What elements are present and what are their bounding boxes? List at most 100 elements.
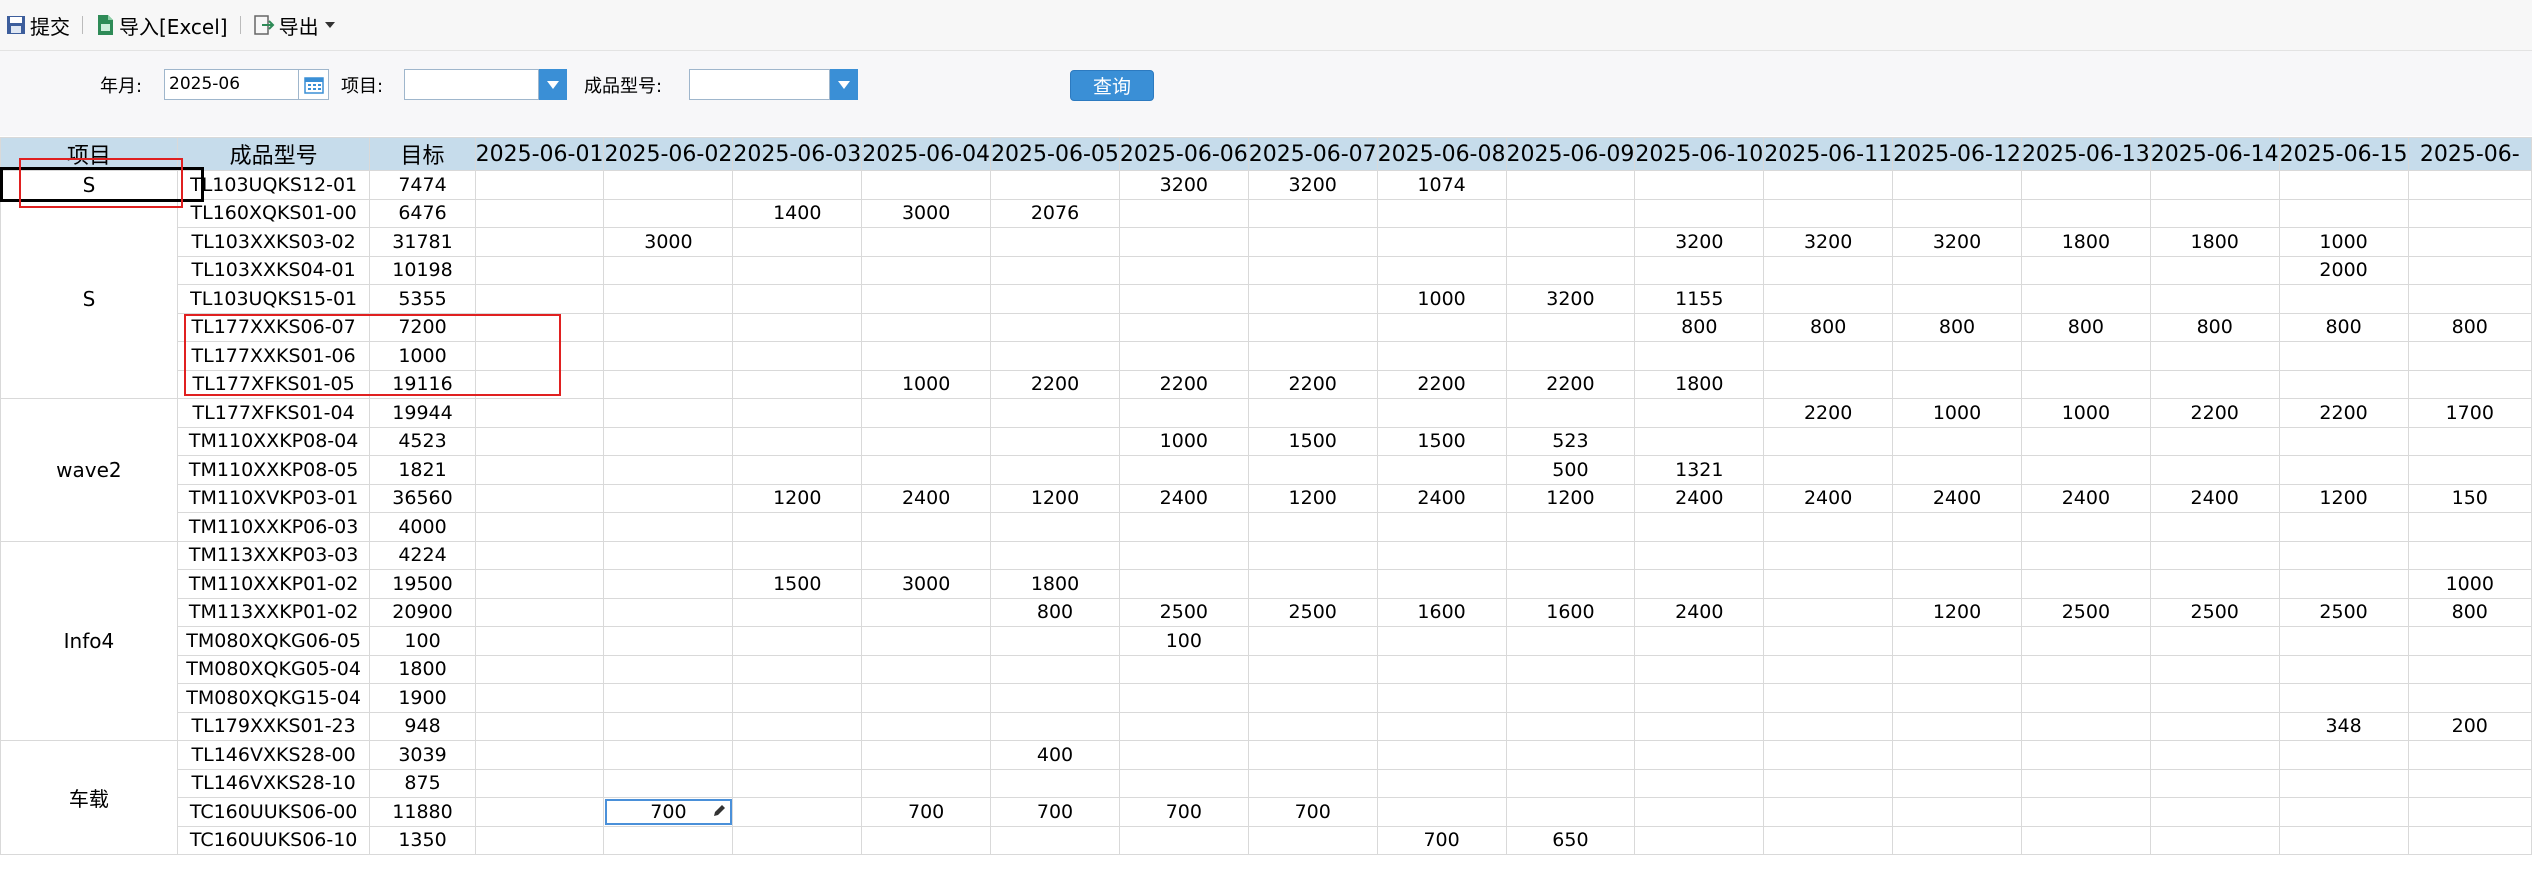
model-cell[interactable]: TL103XXKS03-02 — [176, 227, 371, 257]
quantity-cell[interactable]: 800 — [2407, 312, 2532, 342]
quantity-cell[interactable] — [603, 455, 734, 485]
quantity-cell[interactable] — [990, 398, 1120, 428]
quantity-cell[interactable] — [603, 255, 734, 285]
target-cell[interactable]: 875 — [369, 768, 476, 798]
column-header-date[interactable]: 2025-06-14 — [2149, 137, 2280, 171]
quantity-cell[interactable]: 1200 — [1247, 483, 1378, 513]
quantity-cell[interactable] — [1376, 341, 1507, 371]
quantity-cell[interactable] — [603, 683, 734, 713]
quantity-cell[interactable]: 1000 — [2278, 227, 2409, 257]
quantity-cell[interactable] — [1892, 512, 2022, 542]
quantity-cell[interactable] — [990, 512, 1120, 542]
quantity-cell[interactable] — [603, 740, 734, 770]
quantity-cell[interactable] — [1634, 683, 1765, 713]
quantity-cell[interactable]: 1600 — [1376, 597, 1507, 627]
quantity-cell[interactable] — [1118, 312, 1249, 342]
quantity-cell[interactable]: 2400 — [1376, 483, 1507, 513]
column-header-date[interactable]: 2025-06-13 — [2020, 137, 2151, 171]
column-header-date[interactable]: 2025-06-10 — [1634, 137, 1765, 171]
import-excel-button[interactable]: 导入[Excel] — [89, 11, 234, 40]
quantity-cell[interactable]: 1200 — [990, 483, 1120, 513]
model-cell[interactable]: TL177XFKS01-04 — [176, 398, 371, 428]
quantity-cell[interactable]: 400 — [990, 740, 1120, 770]
quantity-cell[interactable] — [2149, 768, 2280, 798]
quantity-cell[interactable] — [2407, 825, 2532, 855]
quantity-cell[interactable] — [2149, 512, 2280, 542]
project-cell[interactable]: S — [0, 170, 178, 200]
quantity-cell[interactable]: 700 — [1376, 825, 1507, 855]
quantity-cell[interactable] — [1763, 540, 1894, 570]
quantity-cell[interactable] — [474, 426, 605, 456]
quantity-cell[interactable] — [474, 341, 605, 371]
model-cell[interactable]: TM110XVKP03-01 — [176, 483, 371, 513]
quantity-cell[interactable] — [1634, 654, 1765, 684]
quantity-cell[interactable] — [990, 284, 1120, 314]
quantity-cell[interactable] — [2407, 654, 2532, 684]
quantity-cell[interactable] — [990, 170, 1120, 200]
quantity-cell[interactable] — [474, 255, 605, 285]
quantity-cell[interactable]: 2400 — [1892, 483, 2022, 513]
quantity-cell[interactable] — [990, 768, 1120, 798]
quantity-cell[interactable] — [1763, 284, 1894, 314]
quantity-cell[interactable] — [2149, 255, 2280, 285]
quantity-cell[interactable] — [1763, 341, 1894, 371]
quantity-cell[interactable] — [2278, 797, 2409, 827]
quantity-cell[interactable] — [1376, 797, 1507, 827]
quantity-cell[interactable]: 2400 — [1118, 483, 1249, 513]
quantity-cell[interactable] — [603, 768, 734, 798]
quantity-cell[interactable]: 3200 — [1763, 227, 1894, 257]
quantity-cell[interactable]: 1200 — [732, 483, 863, 513]
quantity-cell[interactable]: 700 — [861, 797, 992, 827]
quantity-cell[interactable]: 800 — [990, 597, 1120, 627]
submit-button[interactable]: 提交 — [0, 11, 76, 40]
quantity-cell[interactable] — [603, 626, 734, 656]
model-cell[interactable]: TC160UUKS06-00 — [176, 797, 371, 827]
quantity-cell[interactable] — [1376, 740, 1507, 770]
column-header-date[interactable]: 2025-06-12 — [1892, 137, 2022, 171]
model-cell[interactable]: TL103UQKS12-01 — [176, 170, 371, 200]
quantity-cell[interactable] — [1505, 398, 1636, 428]
model-cell[interactable]: TL160XQKS01-00 — [176, 198, 371, 228]
quantity-cell[interactable] — [2407, 369, 2532, 399]
pencil-icon[interactable] — [712, 801, 726, 823]
quantity-cell[interactable] — [1376, 455, 1507, 485]
quantity-cell[interactable] — [603, 569, 734, 599]
quantity-cell[interactable] — [1505, 683, 1636, 713]
quantity-cell[interactable] — [1634, 797, 1765, 827]
quantity-cell[interactable] — [1505, 341, 1636, 371]
quantity-cell[interactable] — [1763, 683, 1894, 713]
quantity-cell[interactable] — [1892, 569, 2022, 599]
quantity-cell[interactable]: 3200 — [1118, 170, 1249, 200]
quantity-cell[interactable]: 1800 — [1634, 369, 1765, 399]
quantity-cell[interactable] — [1118, 740, 1249, 770]
quantity-cell[interactable] — [1892, 369, 2022, 399]
quantity-cell[interactable]: 2200 — [1505, 369, 1636, 399]
quantity-cell[interactable] — [2278, 512, 2409, 542]
quantity-cell[interactable]: 1800 — [2020, 227, 2151, 257]
quantity-cell[interactable] — [2020, 711, 2151, 741]
quantity-cell[interactable]: 1000 — [2407, 569, 2532, 599]
quantity-cell[interactable] — [1247, 341, 1378, 371]
quantity-cell[interactable] — [603, 825, 734, 855]
quantity-cell[interactable] — [861, 540, 992, 570]
project-cell[interactable]: 车载 — [0, 740, 178, 855]
quantity-cell[interactable] — [1376, 540, 1507, 570]
quantity-cell[interactable] — [1892, 426, 2022, 456]
target-cell[interactable]: 20900 — [369, 597, 476, 627]
quantity-cell[interactable] — [2149, 683, 2280, 713]
quantity-cell[interactable] — [603, 711, 734, 741]
quantity-cell[interactable] — [2149, 797, 2280, 827]
quantity-cell[interactable] — [2020, 797, 2151, 827]
quantity-cell[interactable] — [2278, 284, 2409, 314]
target-cell[interactable]: 1800 — [369, 654, 476, 684]
quantity-cell[interactable]: 1800 — [990, 569, 1120, 599]
quantity-cell[interactable] — [1763, 170, 1894, 200]
quantity-cell[interactable] — [2020, 170, 2151, 200]
target-cell[interactable]: 4523 — [369, 426, 476, 456]
quantity-cell[interactable] — [2149, 654, 2280, 684]
quantity-cell[interactable] — [1247, 683, 1378, 713]
column-header-project[interactable]: 项目 — [0, 137, 178, 171]
quantity-cell[interactable] — [2020, 512, 2151, 542]
quantity-cell[interactable] — [474, 797, 605, 827]
quantity-cell[interactable]: 1400 — [732, 198, 863, 228]
